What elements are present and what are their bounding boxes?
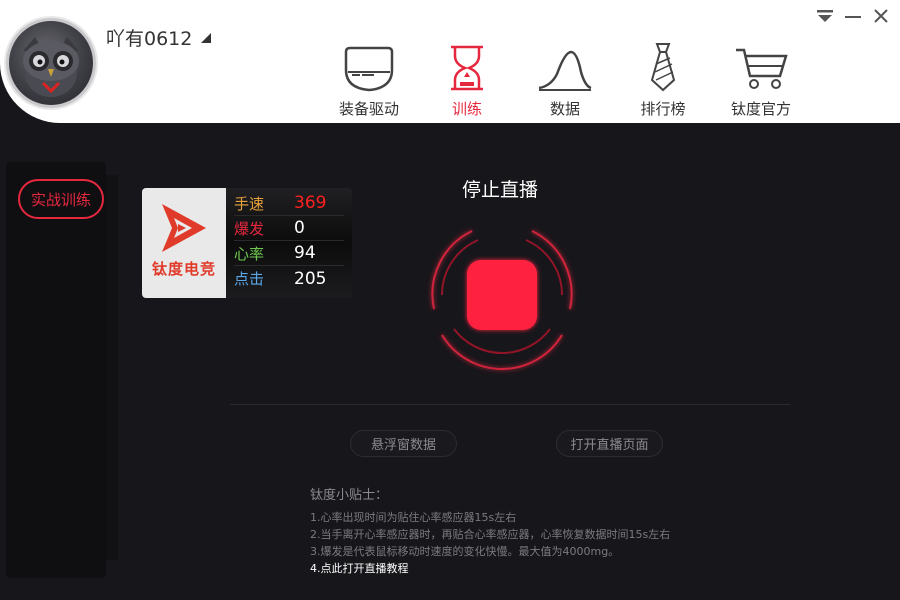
window-controls [816,6,890,26]
tip-line-2: 2.当手离开心率感应器时，再贴合心率感应器，心率恢复数据时间15s左右 [310,528,671,541]
header-bar: 吖有0612 装备驱动 训练 数据 排行榜 钛度官方 [0,0,900,123]
minimize-icon[interactable] [844,6,862,26]
tie-icon [648,40,678,92]
stat-value-speed: 369 [294,193,327,213]
stop-live-button[interactable] [412,205,592,385]
hourglass-icon [449,40,485,92]
tip-line-3: 3.爆发是代表鼠标移动时速度的变化快慢。最大值为4000mg。 [310,545,620,558]
nav-item-ranking[interactable]: 排行榜 [614,40,712,120]
nav-label-official: 钛度官方 [730,100,791,118]
stat-value-clicks: 205 [294,268,327,289]
stat-value-burst: 0 [294,218,305,238]
wave-chart-icon [537,40,593,92]
nav-label-devices: 装备驱动 [338,100,399,118]
tips-panel: 钛度小贴士： 1.心率出现时间为贴住心率感应器15s左右 2.当手离开心率感应器… [310,484,670,577]
username[interactable]: 吖有0612 [106,24,192,51]
cart-icon [734,40,788,92]
play-logo-icon [162,204,206,252]
divider [230,404,790,405]
stats-card: 钛度电竞 手速 369 爆发 0 心率 94 点击 205 [142,188,352,298]
live-status-title: 停止直播 [461,179,538,201]
nav-item-devices[interactable]: 装备驱动 [320,40,418,120]
stat-label-speed: 手速 [234,194,265,213]
nav-label-data: 数据 [549,100,580,118]
username-dropdown-arrow-icon[interactable] [201,33,211,43]
stat-row-clicks: 点击 205 [234,266,344,291]
owl-avatar-icon [23,37,79,97]
device-icon [342,40,396,92]
floating-window-data-button[interactable]: 悬浮窗数据 [350,430,457,457]
menu-dropdown-icon[interactable] [816,6,834,26]
tips-title: 钛度小贴士： [310,488,389,503]
nav-item-official[interactable]: 钛度官方 [712,40,810,120]
stats-list: 手速 369 爆发 0 心率 94 点击 205 [226,188,352,298]
stat-row-heart-rate: 心率 94 [234,241,344,266]
stat-label-clicks: 点击 [234,270,265,288]
sidebar-shadow [106,175,118,560]
stat-value-heart-rate: 94 [294,243,316,263]
real-combat-training-button[interactable]: 实战训练 [18,179,104,219]
stop-record-icon [431,230,573,370]
nav-label-ranking: 排行榜 [640,100,686,118]
close-icon[interactable] [872,6,890,26]
nav-label-training: 训练 [451,100,482,118]
tip-line-1: 1.心率出现时间为贴住心率感应器15s左右 [310,511,517,524]
stat-label-heart-rate: 心率 [234,244,265,263]
open-live-page-button[interactable]: 打开直播页面 [556,430,663,457]
nav-item-training[interactable]: 训练 [418,40,516,120]
main-nav: 装备驱动 训练 数据 排行榜 钛度官方 [320,40,810,120]
stat-row-speed: 手速 369 [234,191,344,216]
sidebar: 实战训练 [6,162,106,578]
stat-row-burst: 爆发 0 [234,216,344,241]
live-tutorial-link[interactable]: 4.点此打开直播教程 [310,560,670,577]
stat-label-burst: 爆发 [234,219,265,238]
nav-item-data[interactable]: 数据 [516,40,614,120]
brand-logo: 钛度电竞 [142,188,226,298]
brand-logo-text: 钛度电竞 [151,260,216,278]
avatar[interactable] [6,18,96,108]
